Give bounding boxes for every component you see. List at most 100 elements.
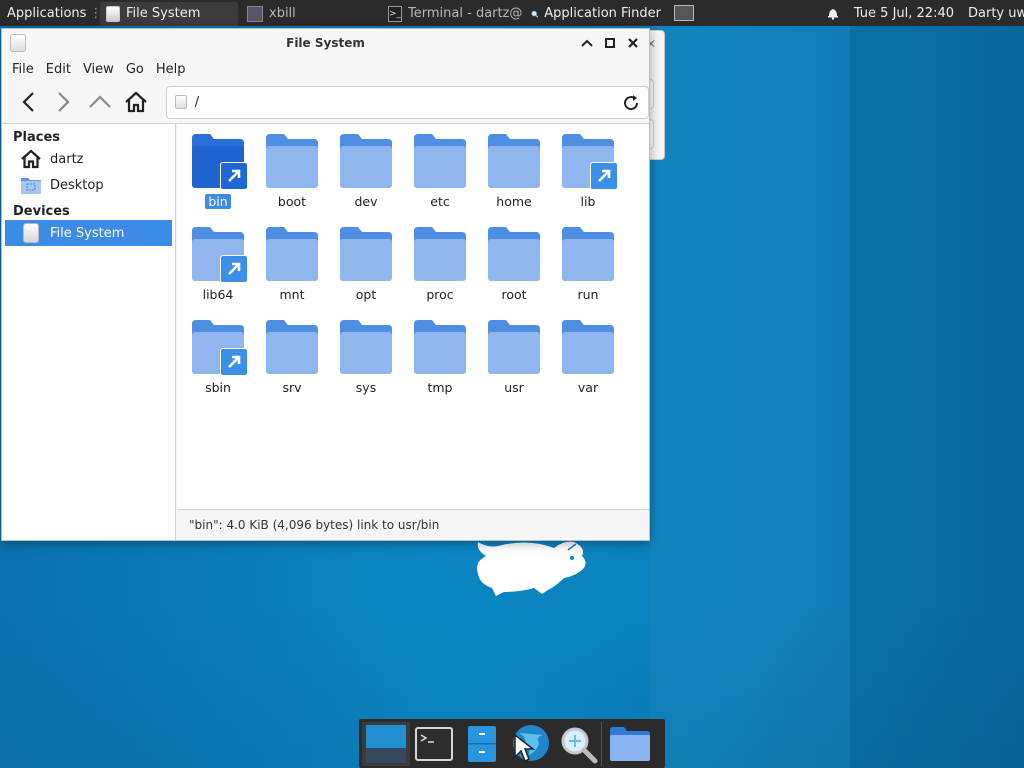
folder-icon: [264, 318, 320, 376]
content-area: Places dartz Desktop Devices File System: [2, 123, 649, 540]
roll-up-button[interactable]: [578, 33, 595, 53]
folder-label: bin: [205, 194, 231, 209]
folder-icon: [486, 132, 542, 190]
folder-icon: [340, 227, 392, 281]
show-desktop-icon: [366, 724, 406, 763]
folder-item[interactable]: mnt: [255, 223, 329, 316]
task-file-system[interactable]: File System: [100, 1, 238, 26]
sidebar-item-label: File System: [50, 225, 125, 241]
dock-file-manager[interactable]: [458, 722, 506, 766]
folder-label: sbin: [205, 380, 231, 395]
maximize-button[interactable]: [601, 33, 618, 53]
home-button[interactable]: [118, 86, 154, 118]
folder-item[interactable]: opt: [329, 223, 403, 316]
back-button[interactable]: [10, 86, 46, 118]
folder-item[interactable]: bin: [181, 130, 255, 223]
user-menu[interactable]: Darty uwu: [964, 0, 1024, 26]
dock-web-browser[interactable]: [506, 722, 554, 766]
search-icon: [531, 10, 539, 18]
folder-item[interactable]: home: [477, 130, 551, 223]
window-titlebar[interactable]: File System: [2, 29, 649, 57]
workspace-switcher[interactable]: [670, 0, 710, 26]
dock-app-finder[interactable]: [554, 721, 602, 766]
folder-icon: [264, 225, 320, 283]
folder-icon: [488, 134, 540, 188]
folder-icon: [488, 320, 540, 374]
menu-glyph-icon: ⋮: [89, 5, 100, 21]
folder-icon: [488, 227, 540, 281]
task-application-finder[interactable]: Application Finder: [525, 2, 667, 26]
task-label: Application Finder: [544, 6, 661, 21]
desktop-icon: [21, 178, 41, 194]
dock-home-folder[interactable]: [606, 722, 654, 766]
sidebar-item-file-system[interactable]: File System: [5, 220, 172, 246]
folder-icon: [340, 134, 392, 188]
folder-item[interactable]: etc: [403, 130, 477, 223]
terminal-icon: >_: [388, 5, 403, 22]
folder-item[interactable]: root: [477, 223, 551, 316]
folder-item[interactable]: proc: [403, 223, 477, 316]
menu-help[interactable]: Help: [150, 62, 192, 77]
location-bar[interactable]: /: [165, 85, 649, 119]
reload-button[interactable]: [622, 94, 640, 116]
clock[interactable]: Tue 5 Jul, 22:40: [844, 0, 964, 26]
folder-grid: bin boot dev etc home lib lib64 mnt opt proc root r…: [181, 130, 641, 409]
folder-icon: [610, 726, 650, 761]
file-view[interactable]: bin boot dev etc home lib lib64 mnt opt proc root r…: [177, 124, 649, 540]
folder-link-icon: [190, 132, 248, 190]
folder-item[interactable]: usr: [477, 316, 551, 409]
task-xbill[interactable]: xbill: [241, 2, 379, 26]
folder-item[interactable]: lib64: [181, 223, 255, 316]
task-terminal[interactable]: >_ Terminal - dartz@...: [382, 2, 522, 26]
folder-icon: [264, 132, 320, 190]
folder-item[interactable]: srv: [255, 316, 329, 409]
task-label: File System: [126, 6, 201, 21]
folder-icon: [414, 320, 466, 374]
folder-icon: [266, 227, 318, 281]
folder-label: etc: [430, 194, 450, 209]
folder-label: sys: [355, 380, 377, 395]
chevron-up-icon: [580, 39, 593, 47]
folder-label: dev: [354, 194, 378, 209]
menu-view[interactable]: View: [77, 62, 120, 77]
menu-edit[interactable]: Edit: [40, 62, 77, 77]
folder-icon: [338, 318, 394, 376]
sidebar-item-desktop[interactable]: Desktop: [2, 172, 175, 198]
dock-show-desktop[interactable]: [362, 721, 410, 766]
folder-icon: [414, 227, 466, 281]
close-icon: [627, 38, 638, 48]
folder-item[interactable]: var: [551, 316, 625, 409]
home-icon: [21, 149, 41, 169]
dock-terminal[interactable]: [410, 722, 458, 766]
workspace-icon: [674, 5, 694, 21]
sidebar-item-label: Desktop: [50, 177, 104, 193]
folder-icon: [340, 320, 392, 374]
folder-item[interactable]: lib: [551, 130, 625, 223]
notifications-button[interactable]: [822, 0, 844, 26]
folder-item[interactable]: dev: [329, 130, 403, 223]
symlink-arrow-icon: [220, 348, 248, 376]
menu-go[interactable]: Go: [120, 62, 150, 77]
up-button[interactable]: [82, 86, 118, 118]
folder-icon: [414, 134, 466, 188]
sidebar-item-dartz[interactable]: dartz: [2, 146, 175, 172]
folder-item[interactable]: tmp: [403, 316, 477, 409]
folder-icon: [560, 225, 616, 283]
dock: [359, 719, 665, 768]
folder-label: root: [501, 287, 527, 302]
task-label: xbill: [269, 6, 296, 21]
folder-item[interactable]: sys: [329, 316, 403, 409]
menu-bar: File Edit View Go Help: [2, 57, 649, 81]
menu-file[interactable]: File: [6, 62, 40, 77]
folder-item[interactable]: sbin: [181, 316, 255, 409]
symlink-arrow-icon: [220, 255, 248, 283]
folder-label: run: [577, 287, 599, 302]
forward-button[interactable]: [46, 86, 82, 118]
close-button[interactable]: [624, 33, 641, 53]
applications-menu-button[interactable]: Applications ⋮: [0, 0, 100, 26]
folder-item[interactable]: run: [551, 223, 625, 316]
web-browser-icon: [513, 724, 549, 762]
search-icon: [561, 727, 597, 763]
folder-item[interactable]: boot: [255, 130, 329, 223]
folder-label: lib64: [202, 287, 234, 302]
